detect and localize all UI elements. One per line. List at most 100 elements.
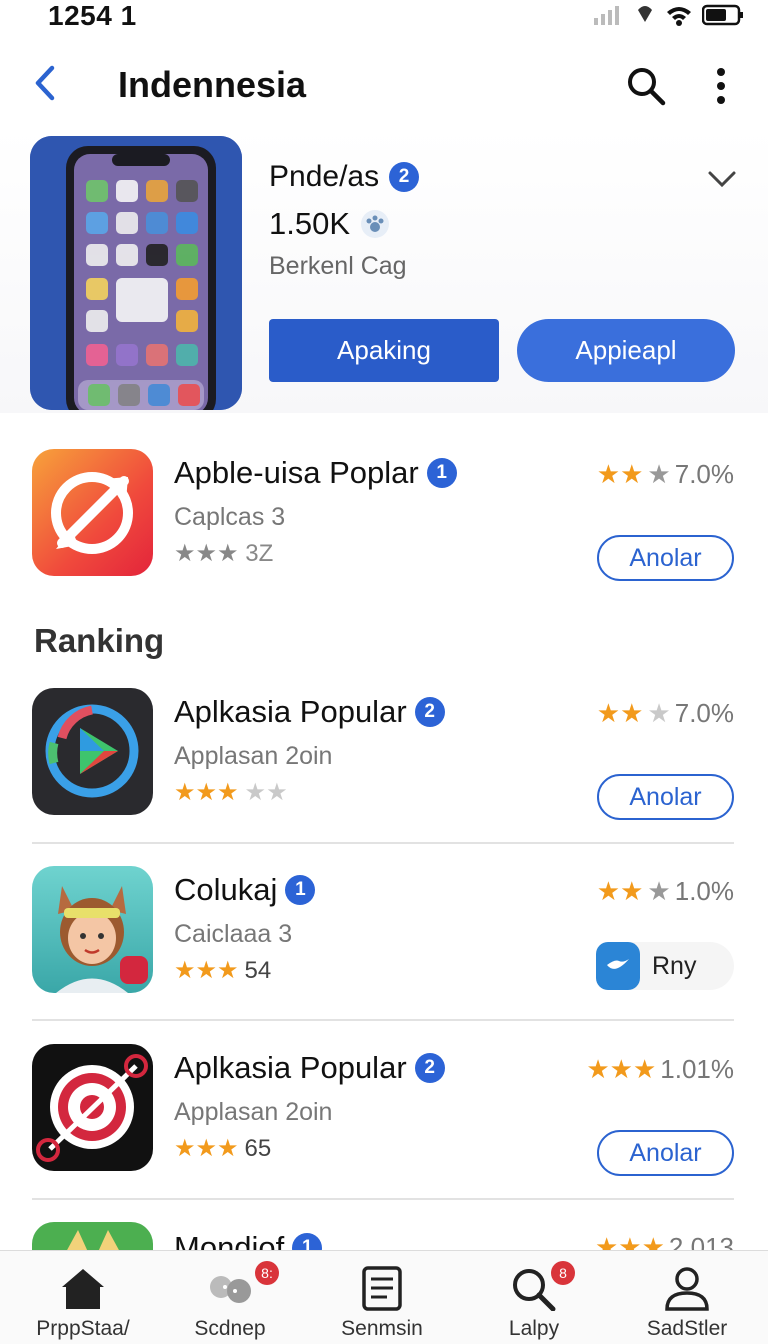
app-name-text: Apble-uisa Poplar [174,455,419,490]
anolar-button[interactable]: Anolar [597,1130,734,1176]
featured-count-text: 1.50K [269,206,351,241]
rating-value: 2.013 [668,1232,734,1250]
app-icon-play [32,688,153,815]
status-icons [594,4,744,26]
rny-label: Rny [652,951,697,980]
app-rating: ★★★ 1.01% [586,1054,734,1085]
section-title: Ranking [34,622,165,659]
anolar-button[interactable]: Anolar [597,774,734,820]
anolar-button[interactable]: Anolar [597,535,734,581]
star-icon: ★★★ [174,957,239,984]
app-stars: ★★★ 54 [174,956,271,985]
expand-button[interactable] [702,164,742,194]
more-options-button[interactable] [704,64,738,108]
meta-value: 54 [244,956,272,984]
rating-value: 1.0% [674,876,734,906]
app-name: Apble-uisa Poplar 1 [174,455,457,491]
app-name: Mondiof 1 [174,1230,323,1250]
nav-label: Scdnep [194,1317,266,1340]
rank-badge: 1 [285,875,316,905]
app-category: Caiclaaa 3 [174,920,293,948]
app-header: Indennesia [0,50,768,120]
cat-app-icon [67,1230,119,1250]
divider [32,1019,734,1021]
more-vertical-icon [717,68,725,104]
wifi-icon [667,7,691,26]
app-icon-character [32,866,153,993]
home-icon [62,1269,104,1309]
app-stars: ★★★ ★★ [174,778,288,807]
featured-count: 1.50K [269,206,390,242]
apaking-button[interactable]: Apaking [269,319,499,382]
back-button[interactable] [28,62,68,106]
star-icon: ★★★ [174,779,239,806]
app-rating: ★★★ 2.013 [595,1232,734,1250]
target-app-icon [36,1054,148,1162]
app-icon-cat [32,1222,153,1250]
nav-item-social[interactable]: 8: Scdnep [155,1251,305,1344]
page-title: Indennesia [118,64,307,105]
nav-item-profile[interactable]: SadStler [612,1251,762,1344]
document-icon [362,1266,402,1311]
star-icon: ★ [647,698,671,728]
search-button[interactable] [624,64,668,108]
rank-badge: 2 [414,697,445,727]
star-icon: ★★ [244,779,288,806]
notification-badge: 8 [551,1261,575,1285]
star-icon: ★ [647,459,671,489]
paw-icon [361,210,390,238]
app-name-text: Colukaj [174,872,278,907]
verified-badge: 2 [389,162,420,192]
profile-icon [665,1267,709,1311]
list-item[interactable]: Aplkasia Popular 2 Applasan 2oin ★★★ ★★ ★… [0,688,768,838]
list-item[interactable]: Colukaj 1 Caiclaaa 3 ★★★ 54 ★★ ★ 1.0% Rny [0,866,768,1016]
bottom-nav: PrppStaa/ 8: Scdnep Senmsin 8 Lalpy SadS… [0,1250,768,1344]
signal-icon [594,6,619,25]
cat-girl-icon [56,886,148,993]
nav-item-home[interactable]: PrppStaa/ [8,1251,158,1344]
rating-value: 1.01% [660,1054,734,1084]
app-name-text: Mondiof [174,1230,285,1250]
back-arrow-icon [35,65,55,101]
app-category: Caplcas 3 [174,503,286,531]
app-category: Applasan 2oin [174,742,333,770]
app-rating: ★★ ★ 7.0% [597,459,734,490]
notification-badge: 8: [255,1261,279,1285]
star-icon: ★★★ [174,1135,239,1162]
status-bar: 1254 1 [0,0,768,36]
app-icon-compass [32,449,153,576]
nav-label: PrppStaa/ [36,1317,130,1340]
featured-title: Pnde/as 2 [269,160,420,194]
list-item[interactable]: Aplkasia Popular 2 Applasan 2oin ★★★ 65 … [0,1044,768,1194]
rank-badge: 1 [292,1233,323,1250]
featured-title-text: Pnde/as [269,160,380,193]
status-time: 1254 1 [48,0,137,31]
divider [32,842,734,844]
nav-label: SadStler [646,1317,728,1340]
app-name-text: Aplkasia Popular [174,1050,407,1085]
location-icon [638,6,652,22]
battery-icon [702,4,743,26]
rny-button[interactable]: Rny [596,942,734,990]
app-name: Aplkasia Popular 2 [174,694,445,730]
star-icon: ★★ [596,459,644,489]
appieapl-button[interactable]: Appieapl [517,319,735,382]
star-icon: ★★★ [586,1054,657,1084]
star-icon: ★★ [596,698,644,728]
featured-subtitle: Berkenl Cag [269,252,407,280]
phone-illustration [30,136,242,410]
featured-phone-image[interactable] [30,136,242,410]
nav-item-search[interactable]: 8 Lalpy [459,1251,609,1344]
list-item[interactable]: Apble-uisa Poplar 1 Caplcas 3 ★★★ 3Z ★★ ★… [0,449,768,599]
app-icon-target [32,1044,153,1171]
rank-badge: 2 [414,1053,445,1083]
app-rating: ★★ ★ 1.0% [597,876,734,907]
search-icon [628,68,666,106]
app-name: Colukaj 1 [174,872,316,908]
nav-item-document[interactable]: Senmsin [307,1251,457,1344]
app-stars: ★★★ 65 [174,1134,271,1163]
nav-label: Senmsin [341,1317,423,1340]
meta-value: 65 [244,1134,272,1162]
app-name: Aplkasia Popular 2 [174,1050,445,1086]
list-item[interactable]: Mondiof 1 ★★★ 2.013 [0,1222,768,1250]
